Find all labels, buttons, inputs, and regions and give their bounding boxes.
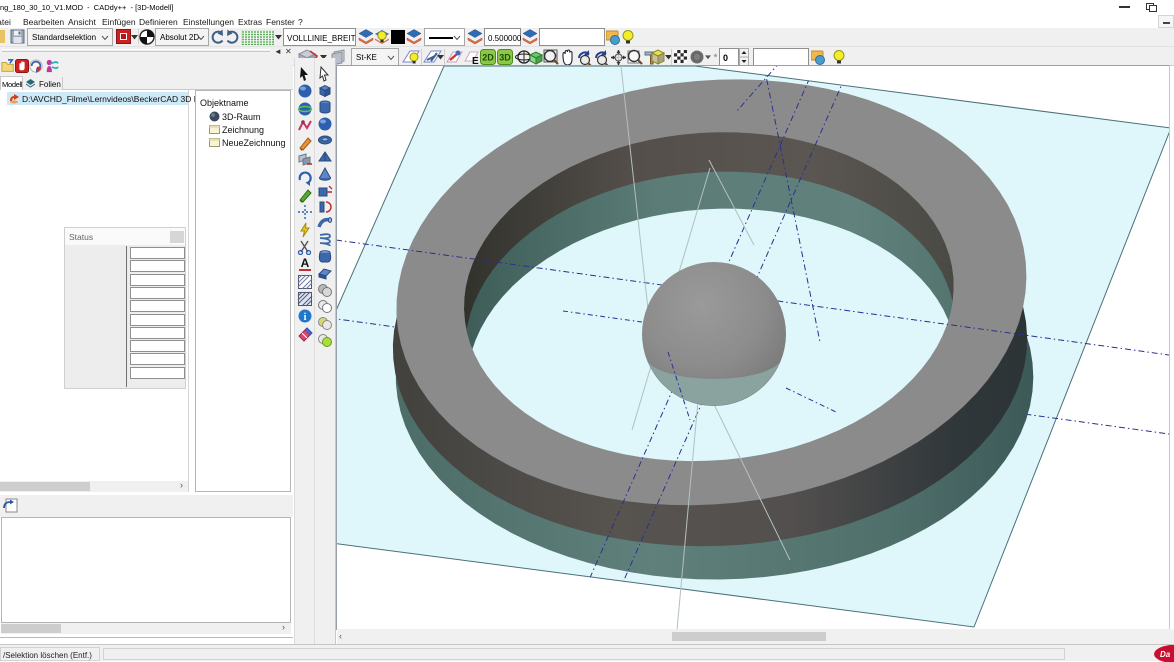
svg-text:3D: 3D (499, 53, 511, 63)
svg-text:A: A (301, 256, 310, 270)
svg-text:Da: Da (1160, 650, 1171, 659)
svg-text:2D: 2D (482, 53, 494, 63)
svg-text:i: i (304, 312, 307, 323)
